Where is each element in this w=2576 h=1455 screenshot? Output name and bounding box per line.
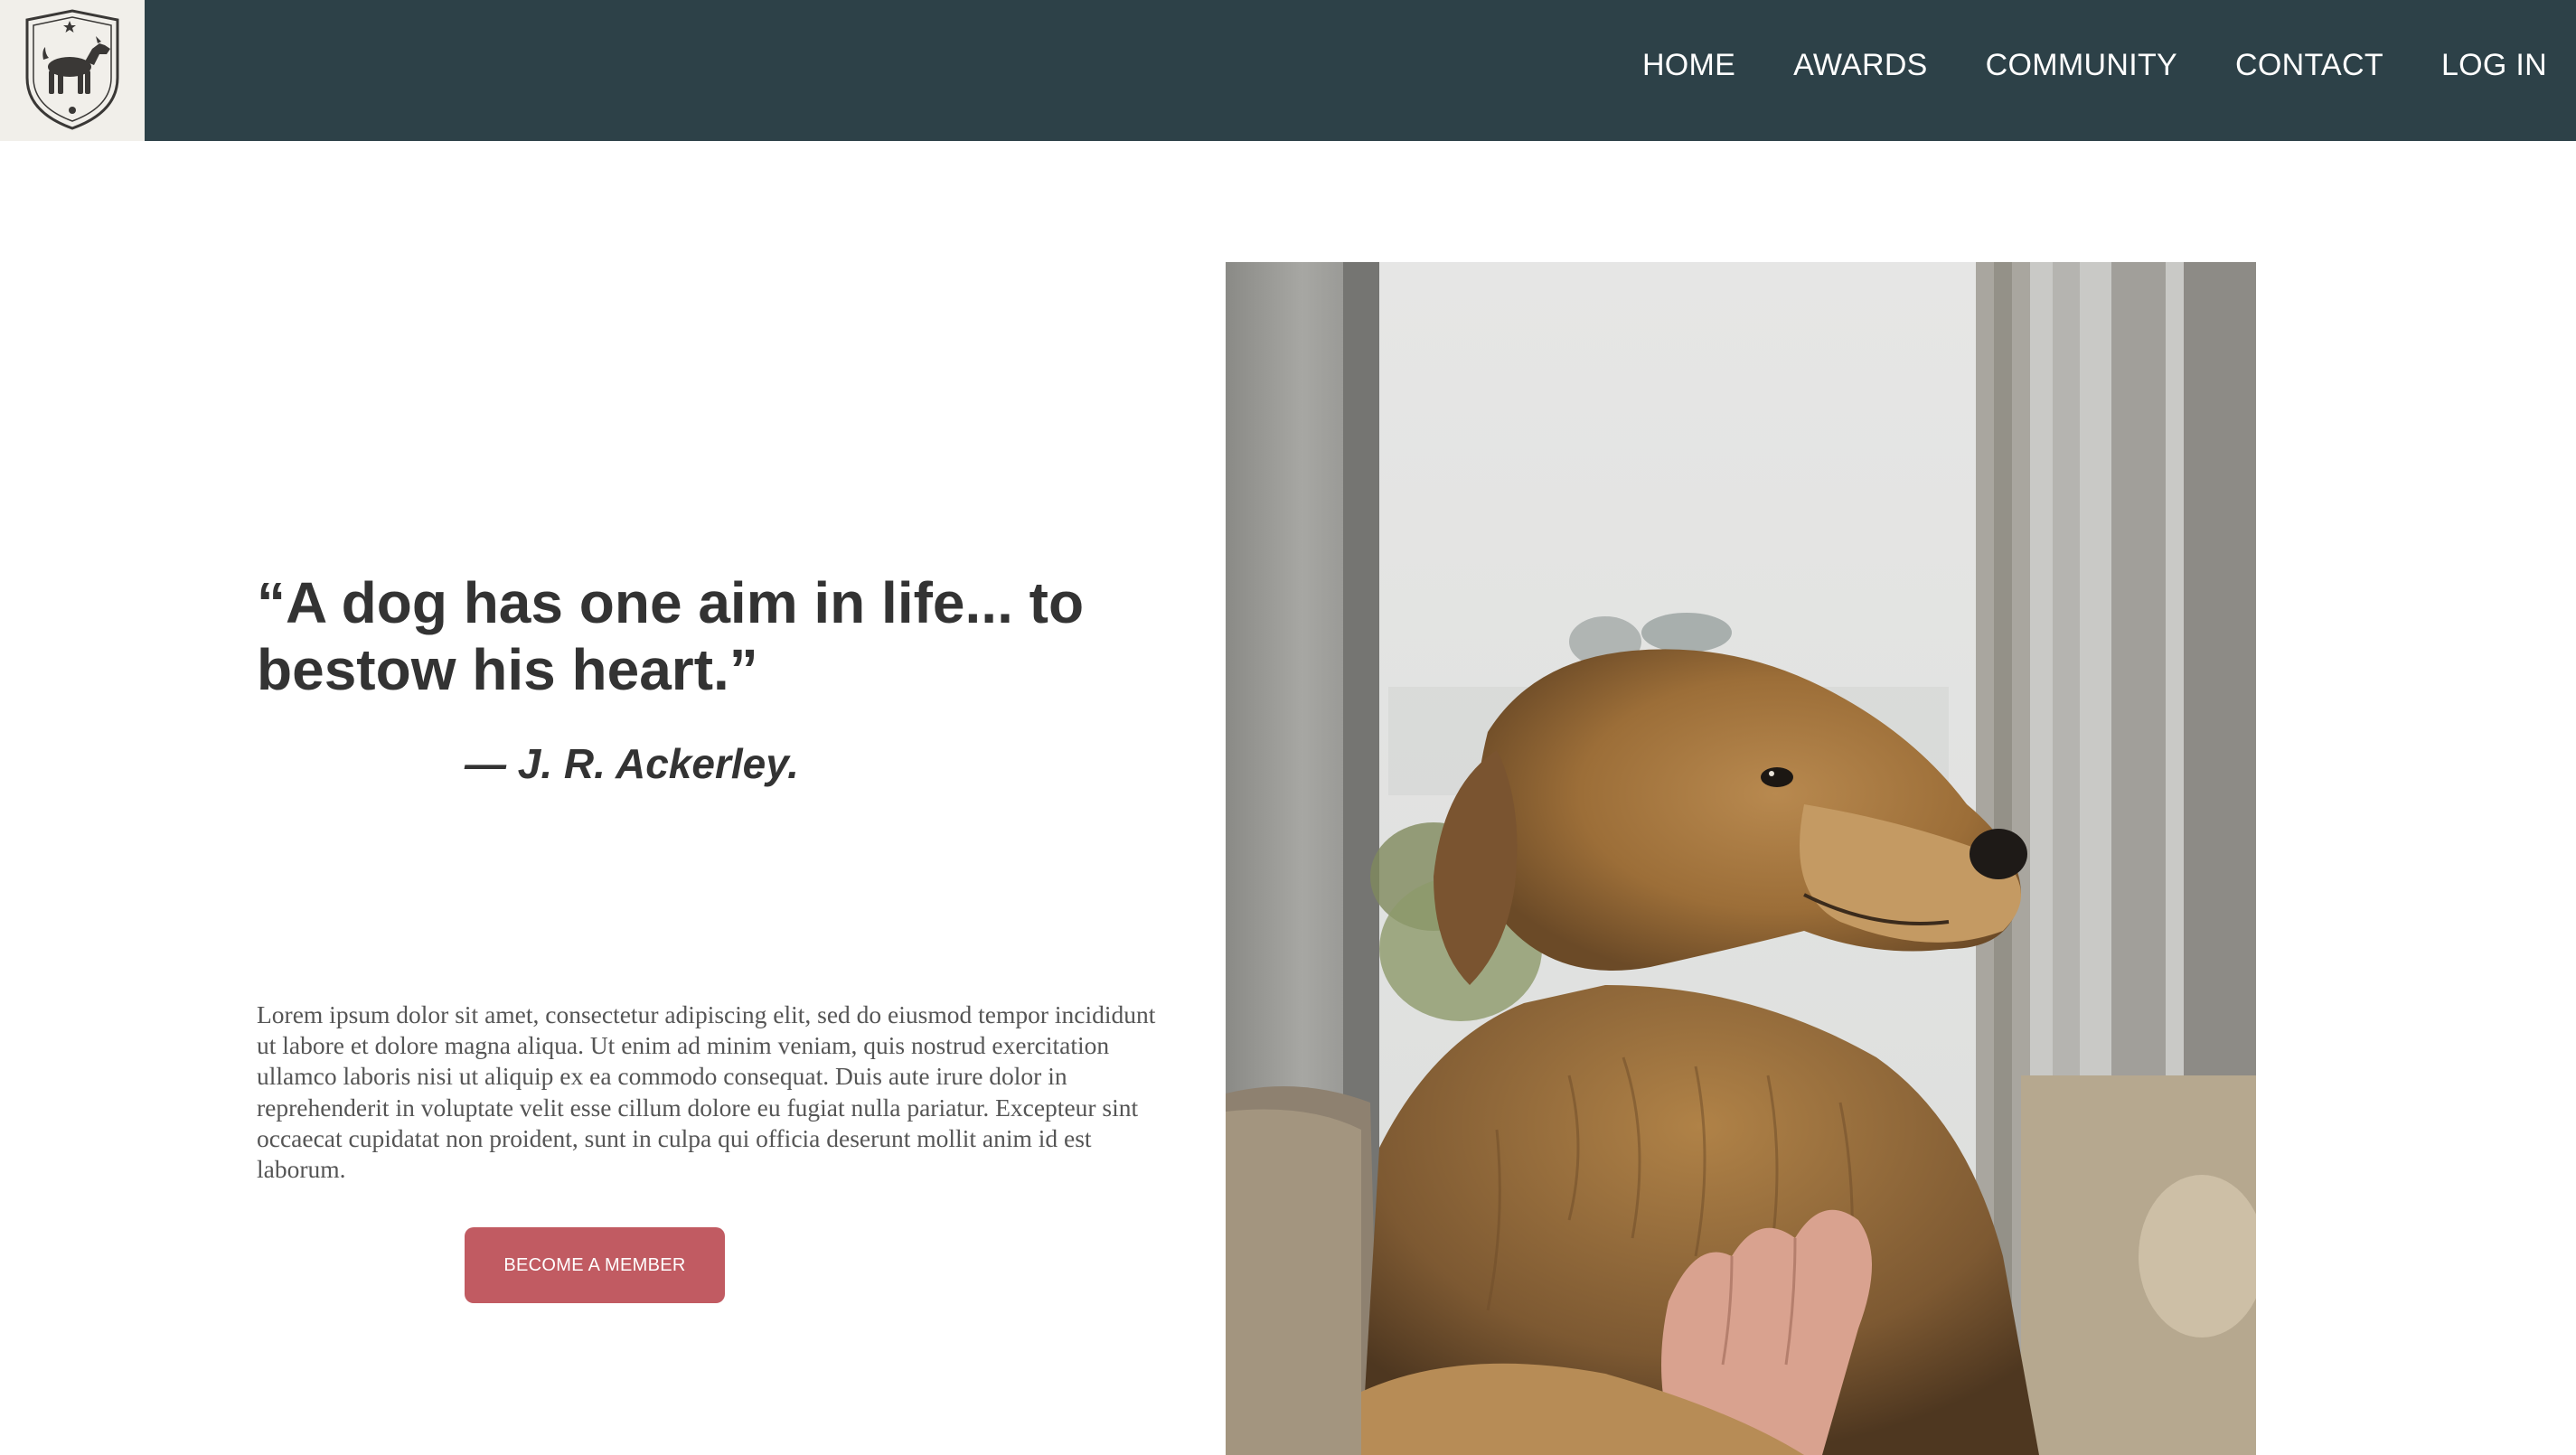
nav-link-community[interactable]: COMMUNITY <box>1986 48 2177 83</box>
nav-link-login[interactable]: LOG IN <box>2441 48 2547 83</box>
hero-quote: “A dog has one aim in life... to bestow … <box>257 570 1085 702</box>
main-nav: HOME AWARDS COMMUNITY CONTACT LOG IN <box>1642 0 2547 130</box>
nav-link-awards[interactable]: AWARDS <box>1793 48 1928 83</box>
hero-body-text: Lorem ipsum dolor sit amet, consectetur … <box>257 1000 1156 1184</box>
become-member-button[interactable]: BECOME A MEMBER <box>465 1227 725 1303</box>
nav-link-contact[interactable]: CONTACT <box>2235 48 2383 83</box>
site-logo[interactable] <box>0 0 145 141</box>
dog-crest-icon <box>25 9 119 130</box>
top-navbar: HOME AWARDS COMMUNITY CONTACT LOG IN <box>0 0 2576 141</box>
golden-retriever-photo <box>1226 262 2256 1455</box>
quote-author: — J. R. Ackerley. <box>465 740 799 787</box>
nav-link-home[interactable]: HOME <box>1642 48 1735 83</box>
